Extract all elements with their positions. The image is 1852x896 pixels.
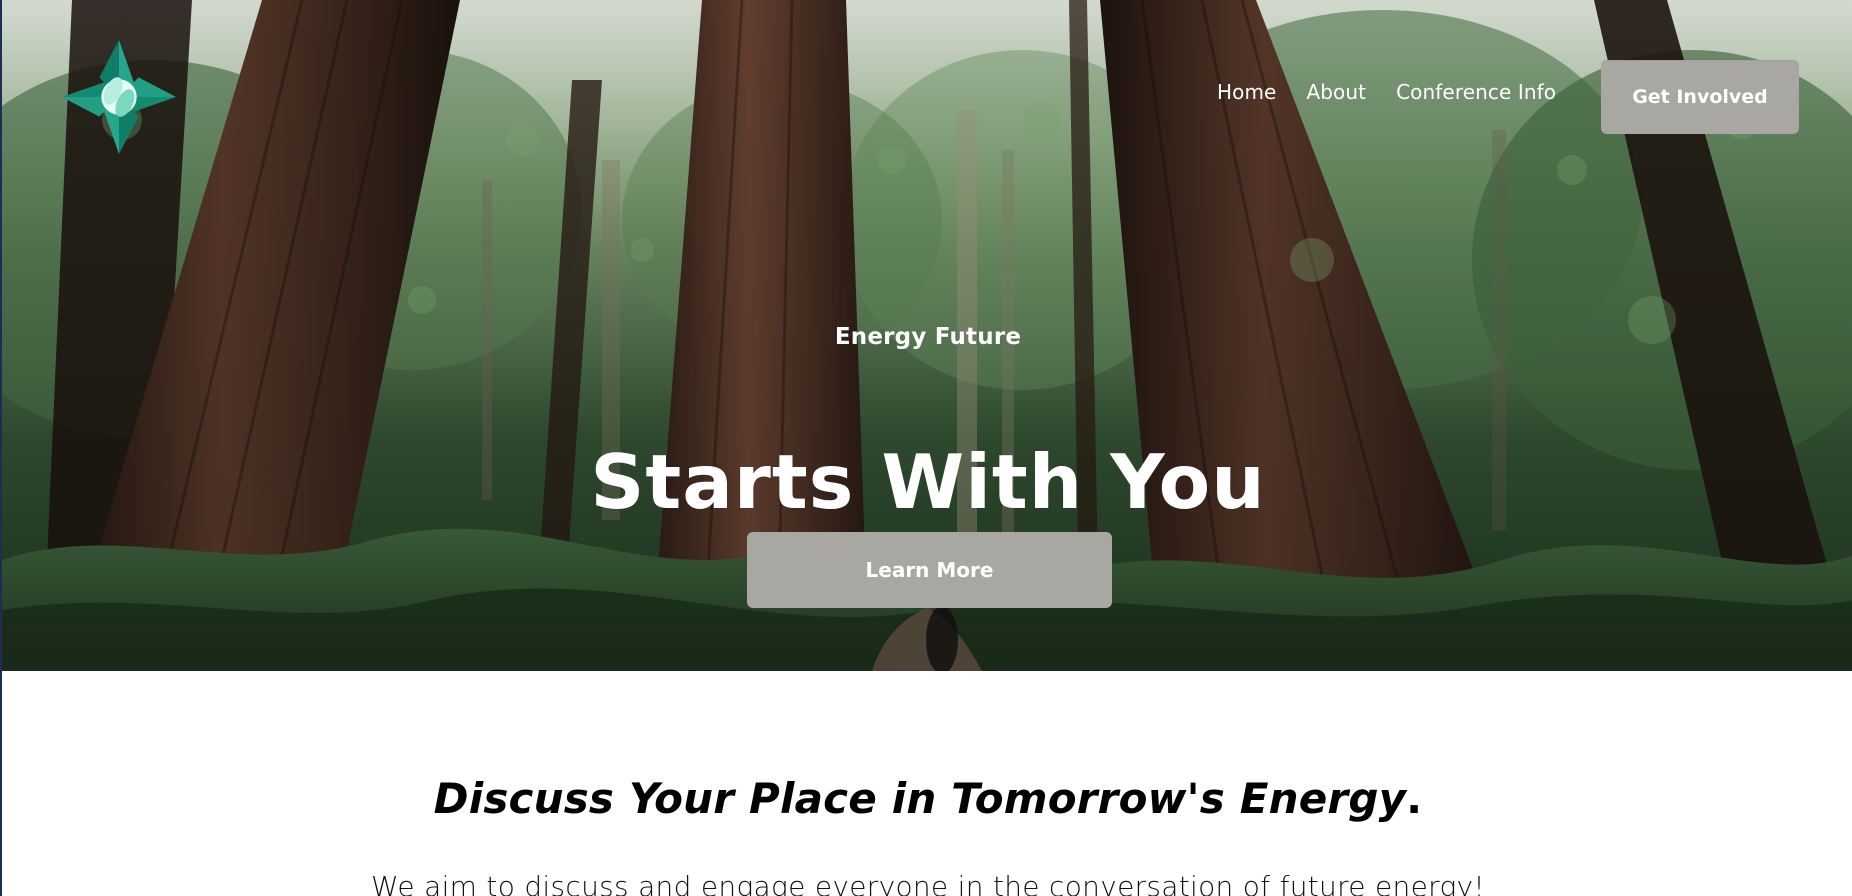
landing-page: Home About Conference Info Get Involved … [0, 0, 1852, 896]
intro-section: Discuss Your Place in Tomorrow's Energy.… [2, 671, 1852, 896]
hero-section: Home About Conference Info Get Involved … [2, 0, 1852, 671]
get-involved-button[interactable]: Get Involved [1601, 60, 1799, 134]
section-heading-text: Discuss Your Place in Tomorrow's Energy [433, 773, 1407, 823]
hero-title: Starts With You [590, 438, 1266, 527]
pinwheel-logo-icon[interactable] [60, 38, 178, 156]
section-heading-punctuation: . [1406, 773, 1423, 823]
section-heading: Discuss Your Place in Tomorrow's Energy. [2, 777, 1852, 820]
nav-about-link[interactable]: About [1306, 82, 1366, 102]
learn-more-button[interactable]: Learn More [747, 532, 1112, 608]
main-navigation: Home About Conference Info [1217, 82, 1556, 102]
section-subtitle: We aim to discuss and engage everyone in… [371, 870, 1485, 896]
nav-home-link[interactable]: Home [1217, 82, 1276, 102]
nav-conference-info-link[interactable]: Conference Info [1396, 82, 1556, 102]
hero-eyebrow: Energy Future [834, 324, 1022, 350]
